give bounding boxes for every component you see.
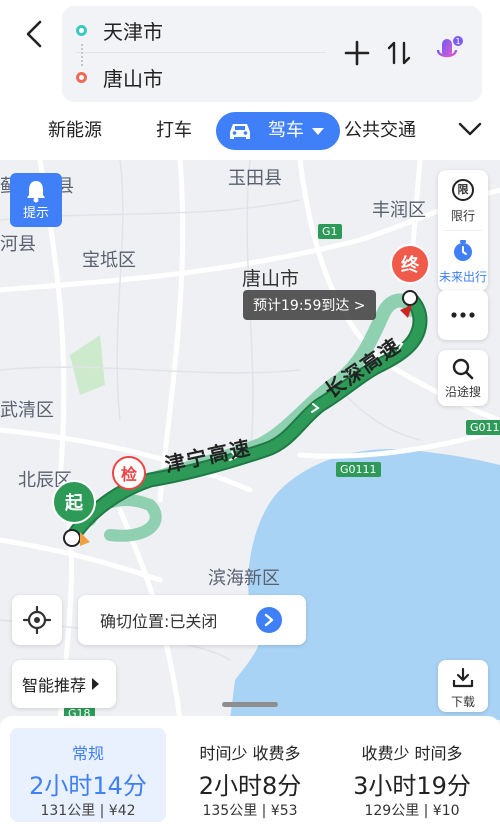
smart-recommend-label: 智能推荐 xyxy=(22,676,87,695)
end-marker[interactable]: 终 xyxy=(390,244,430,284)
route-header: 天津市 唐山市 1 新能源 打车 驾车 公共交通 xyxy=(0,0,500,160)
route-option-tag: 时间少 收费多 xyxy=(199,744,301,763)
place-wuqing: 武清区 xyxy=(0,400,54,421)
add-waypoint-button[interactable] xyxy=(338,34,376,72)
chevron-left-icon xyxy=(26,20,42,48)
tip-button[interactable]: 提示 xyxy=(10,173,62,227)
tab-drive[interactable]: 驾车 xyxy=(216,112,340,150)
chevron-right-icon xyxy=(256,607,282,633)
bell-icon xyxy=(27,181,45,203)
caret-down-icon xyxy=(312,127,324,135)
route-option-meta: 131公里 | ¥42 xyxy=(40,803,136,819)
svg-text:1: 1 xyxy=(455,37,460,46)
download-label: 下载 xyxy=(450,695,475,709)
along-search-label: 沿途搜 xyxy=(444,385,481,399)
back-button[interactable] xyxy=(18,18,50,50)
route-option-tag: 收费少 时间多 xyxy=(361,744,463,763)
future-trip-label: 未来出行 xyxy=(438,270,487,284)
tab-public-transit[interactable]: 公共交通 xyxy=(344,112,416,150)
restriction-button[interactable]: 限 限行 xyxy=(438,170,488,230)
caret-right-icon xyxy=(92,678,100,690)
sheet-handle[interactable] xyxy=(222,702,278,707)
route-option-meta: 129公里 | ¥10 xyxy=(364,803,460,819)
place-fengrun: 丰润区 xyxy=(372,200,426,221)
route-option-duration: 3小时19分 xyxy=(353,772,471,800)
more-dots-icon xyxy=(451,312,475,318)
route-options-sheet: 常规 2小时14分 131公里 | ¥42 时间少 收费多 2小时8分 135公… xyxy=(0,716,500,832)
clock-icon xyxy=(454,240,472,261)
route-option-1[interactable]: 常规 2小时14分 131公里 | ¥42 xyxy=(10,728,166,822)
locate-button[interactable] xyxy=(12,595,62,645)
route-option-2[interactable]: 时间少 收费多 2小时8分 135公里 | ¥53 xyxy=(172,728,328,822)
download-icon xyxy=(452,667,474,688)
along-search-button[interactable]: 沿途搜 xyxy=(438,350,488,406)
smart-recommend-button[interactable]: 智能推荐 xyxy=(12,660,116,708)
checkpoint-marker[interactable]: 检 xyxy=(112,456,146,490)
voice-button[interactable]: 1 xyxy=(430,34,468,72)
road-shield-g0111-b: G0111 xyxy=(466,420,500,435)
precise-location-banner[interactable]: 确切位置:已关闭 xyxy=(78,595,306,645)
mode-tabs: 新能源 打车 驾车 公共交通 xyxy=(0,108,500,154)
tab-drive-label: 驾车 xyxy=(268,120,304,141)
start-marker[interactable]: 起 xyxy=(52,480,96,524)
route-option-3[interactable]: 收费少 时间多 3小时19分 129公里 | ¥10 xyxy=(334,728,490,822)
eta-badge[interactable]: 预计19:59到达 > xyxy=(243,290,376,320)
origin-field[interactable]: 天津市 xyxy=(76,9,326,53)
route-option-tag: 常规 xyxy=(71,744,104,763)
future-trip-button[interactable]: 未来出行 xyxy=(438,231,488,291)
road-shield-g0111-a: G0111 xyxy=(336,462,381,477)
tab-taxi[interactable]: 打车 xyxy=(156,112,192,150)
tab-new-energy[interactable]: 新能源 xyxy=(48,112,102,150)
route-input-box: 天津市 唐山市 1 xyxy=(62,6,482,102)
road-shield-g1: G1 xyxy=(318,224,342,239)
destination-text: 唐山市 xyxy=(103,66,163,91)
precise-location-text: 确切位置:已关闭 xyxy=(100,612,218,631)
chevron-down-icon xyxy=(458,122,482,136)
destination-field[interactable]: 唐山市 xyxy=(76,55,326,99)
car-icon xyxy=(230,124,250,139)
place-binhai: 滨海新区 xyxy=(208,568,280,589)
place-yutian: 玉田县 xyxy=(228,168,282,189)
route-option-duration: 2小时8分 xyxy=(198,772,302,800)
destination-dot-icon xyxy=(76,71,87,83)
swap-icon xyxy=(387,41,411,65)
origin-text: 天津市 xyxy=(103,20,163,44)
side-panel: 限 限行 未来出行 xyxy=(438,170,488,291)
route-option-duration: 2小时14分 xyxy=(29,772,147,800)
crosshair-icon xyxy=(23,606,51,634)
microphone-icon: 1 xyxy=(436,36,463,64)
origin-dot-icon xyxy=(76,25,87,36)
place-tangshan: 唐山市 xyxy=(242,268,300,290)
place-baodi: 宝坻区 xyxy=(82,250,136,271)
place-hexian: 河县 xyxy=(0,234,36,255)
download-button[interactable]: 下载 xyxy=(438,660,488,712)
map-view[interactable]: 玉田县 丰润区 宝坻区 唐山市 武清区 北辰区 滨海新区 河县 蓟 县 G1 G… xyxy=(0,160,500,720)
more-options-button[interactable] xyxy=(438,290,488,340)
route-option-meta: 135公里 | ¥53 xyxy=(202,803,298,819)
plus-icon xyxy=(344,40,370,66)
more-tabs-button[interactable] xyxy=(458,112,482,150)
swap-button[interactable] xyxy=(380,34,418,72)
restriction-label: 限行 xyxy=(450,209,475,223)
search-icon xyxy=(452,358,474,380)
tip-label: 提示 xyxy=(22,206,49,221)
restriction-symbol: 限 xyxy=(457,183,469,196)
